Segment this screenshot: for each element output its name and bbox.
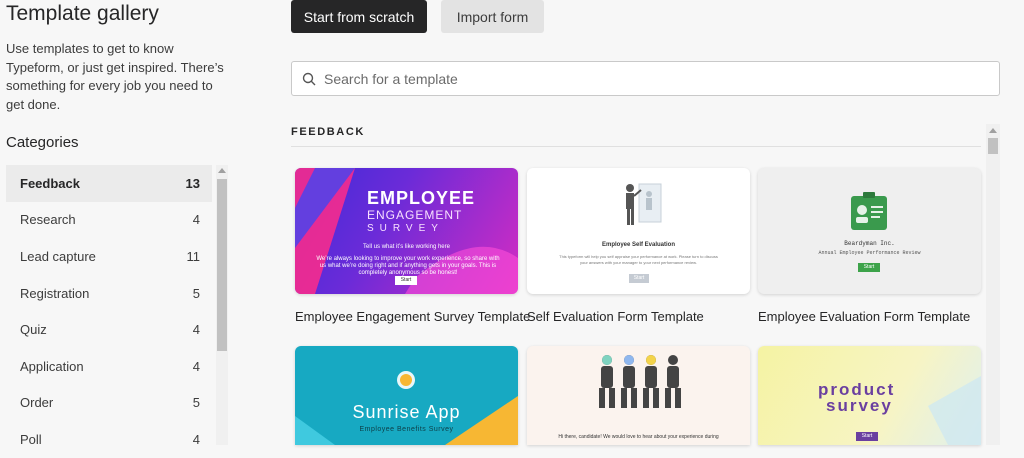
scrollbar-thumb[interactable] bbox=[988, 138, 998, 154]
thumb-text: Hi there, candidate! We would love to he… bbox=[558, 434, 719, 440]
scrollbar-thumb[interactable] bbox=[217, 179, 227, 351]
thumb-start-button: Start bbox=[395, 276, 417, 285]
category-label: Registration bbox=[20, 285, 90, 301]
category-label: Feedback bbox=[20, 175, 80, 191]
categories-heading: Categories bbox=[6, 134, 79, 151]
search-icon bbox=[302, 72, 316, 85]
template-card-candidate-experience[interactable]: Hi there, candidate! We would love to he… bbox=[527, 346, 750, 445]
template-card-self-evaluation[interactable]: Employee Self Evaluation This typeform w… bbox=[527, 168, 750, 294]
category-label: Research bbox=[20, 212, 76, 228]
template-card-employee-evaluation[interactable]: Beardyman Inc. Annual Employee Performan… bbox=[758, 168, 981, 294]
category-lead-capture[interactable]: Lead capture 11 bbox=[6, 238, 212, 275]
start-from-scratch-button[interactable]: Start from scratch bbox=[291, 0, 427, 33]
category-scrollbar[interactable] bbox=[216, 165, 228, 445]
import-form-button[interactable]: Import form bbox=[441, 0, 544, 33]
search-input[interactable] bbox=[324, 70, 964, 87]
category-label: Quiz bbox=[20, 322, 47, 338]
category-quiz[interactable]: Quiz 4 bbox=[6, 311, 212, 348]
category-count: 4 bbox=[192, 322, 200, 338]
thumb-word: SURVEY bbox=[367, 223, 444, 234]
scroll-up-arrow-icon[interactable] bbox=[218, 168, 226, 173]
category-count: 4 bbox=[192, 212, 200, 228]
section-heading: FEEDBACK bbox=[291, 126, 365, 138]
thumb-title: product survey bbox=[818, 381, 895, 415]
scroll-up-arrow-icon[interactable] bbox=[989, 128, 997, 133]
thumb-title: Employee Self Evaluation bbox=[601, 242, 676, 248]
thumb-tagline: Tell us what it’s like working here bbox=[363, 244, 450, 250]
category-order[interactable]: Order 5 bbox=[6, 385, 212, 422]
thumb-start-button: Start bbox=[629, 274, 649, 283]
template-label[interactable]: Employee Evaluation Form Template bbox=[758, 309, 970, 324]
thumb-subtitle: Employee Benefits Survey bbox=[359, 426, 454, 433]
template-card-sunrise-app[interactable]: Sunrise App Employee Benefits Survey bbox=[295, 346, 518, 445]
thumb-start-button: Start bbox=[858, 263, 880, 272]
category-label: Lead capture bbox=[20, 248, 96, 264]
main-scrollbar[interactable] bbox=[986, 124, 1000, 445]
template-card-product-survey[interactable]: product survey Start bbox=[758, 346, 981, 445]
thumb-subtitle: ENGAGEMENT bbox=[367, 208, 463, 222]
id-badge-icon bbox=[851, 192, 887, 230]
template-card-employee-engagement[interactable]: EMPLOYEE ENGAGEMENT SURVEY Tell us what … bbox=[295, 168, 518, 294]
thumb-body: We’re always looking to improve your wor… bbox=[316, 256, 500, 276]
page-title: Template gallery bbox=[6, 2, 159, 25]
category-feedback[interactable]: Feedback 13 bbox=[6, 165, 212, 202]
thumb-subtitle: Annual Employee Performance Review bbox=[818, 250, 921, 256]
search-box[interactable] bbox=[291, 61, 1000, 96]
category-application[interactable]: Application 4 bbox=[6, 348, 212, 385]
thumb-company: Beardyman Inc. bbox=[844, 240, 895, 247]
category-count: 13 bbox=[185, 175, 200, 191]
category-research[interactable]: Research 4 bbox=[6, 202, 212, 239]
category-count: 5 bbox=[192, 395, 200, 411]
people-illustration bbox=[599, 355, 681, 408]
thumb-title: Sunrise App bbox=[352, 402, 461, 422]
category-list: Feedback 13 Research 4 Lead capture 11 R… bbox=[6, 165, 212, 458]
template-label[interactable]: Self Evaluation Form Template bbox=[527, 309, 704, 324]
page-description: Use templates to get to know Typeform, o… bbox=[6, 41, 224, 112]
template-label[interactable]: Employee Engagement Survey Template bbox=[295, 309, 530, 324]
category-poll[interactable]: Poll 4 bbox=[6, 421, 212, 458]
category-label: Application bbox=[20, 358, 84, 374]
category-label: Order bbox=[20, 395, 54, 411]
thumb-body: This typeform will help you self apprais… bbox=[559, 254, 718, 265]
thumb-word: survey bbox=[826, 396, 893, 415]
category-count: 11 bbox=[186, 248, 201, 264]
category-count: 5 bbox=[192, 285, 200, 301]
category-registration[interactable]: Registration 5 bbox=[6, 275, 212, 312]
sidebar: Template gallery Use templates to get to… bbox=[0, 0, 240, 447]
thumb-title: EMPLOYEE bbox=[367, 188, 476, 208]
thumb-start-button: Start bbox=[856, 432, 878, 441]
section-divider bbox=[291, 146, 981, 147]
category-count: 4 bbox=[192, 358, 200, 374]
